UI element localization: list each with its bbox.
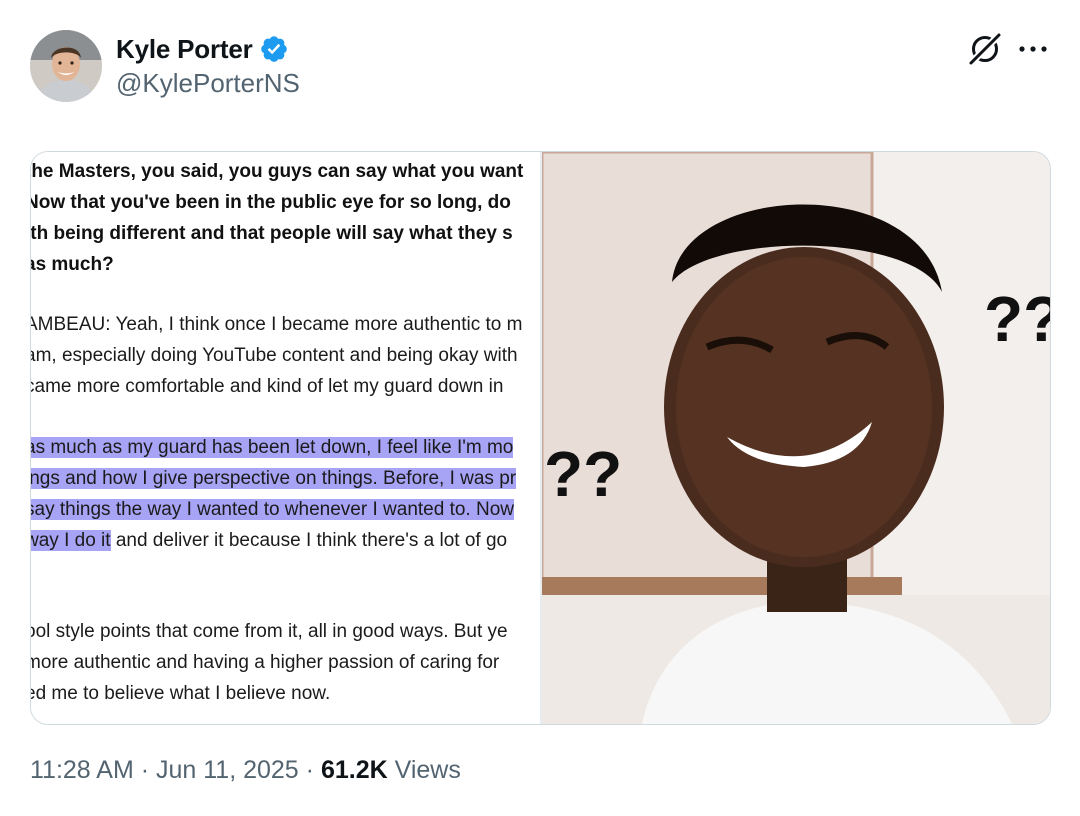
question-marks-right: ?? — [984, 283, 1050, 355]
doc-line: the Masters, you said, you guys can say … — [31, 161, 524, 182]
avatar[interactable] — [30, 30, 102, 102]
doc-line-highlighted: ings and how I give perspective on thing… — [31, 463, 517, 494]
highlighted-text: way I do it — [31, 530, 111, 551]
document-screenshot: the Masters, you said, you guys can say … — [31, 152, 541, 724]
plain-text: and deliver it because I think there's a… — [110, 530, 508, 551]
doc-line: more authentic and having a higher passi… — [31, 652, 500, 673]
doc-line: am, especially doing YouTube content and… — [31, 345, 518, 366]
doc-line: as much? — [31, 254, 114, 275]
question-marks-left: ?? — [544, 438, 623, 510]
more-options-icon[interactable] — [1018, 44, 1048, 54]
highlighted-text: say things the way I wanted to whenever … — [31, 499, 514, 520]
tweet-date[interactable]: Jun 11, 2025 — [156, 756, 299, 784]
tweet-time[interactable]: 11:28 AM — [30, 756, 134, 784]
meta-separator: · — [133, 756, 156, 784]
meme-image: ?? ?? — [542, 152, 1050, 724]
doc-line: ool style points that come from it, all … — [31, 621, 508, 642]
meta-separator: · — [298, 756, 321, 784]
tweet-metadata: 11:28 AM · Jun 11, 2025 · 61.2K Views — [30, 756, 461, 785]
doc-line: ed me to believe what I believe now. — [31, 683, 331, 704]
doc-line: AMBEAU: Yeah, I think once I became more… — [31, 314, 523, 335]
views-label: Views — [387, 756, 461, 784]
doc-line: came more comfortable and kind of let my… — [31, 376, 504, 397]
verified-badge-icon[interactable] — [259, 34, 289, 64]
author-name[interactable]: Kyle Porter — [116, 34, 253, 65]
highlighted-text: ings and how I give perspective on thing… — [31, 468, 517, 489]
author-handle[interactable]: @KylePorterNS — [116, 68, 300, 99]
highlighted-text: as much as my guard has been let down, I… — [31, 437, 514, 458]
doc-line: Now that you've been in the public eye f… — [31, 192, 511, 213]
media-attachment[interactable]: the Masters, you said, you guys can say … — [30, 151, 1051, 725]
tweet: Kyle Porter @KylePorterNS the Masters, y… — [0, 0, 1080, 816]
grok-icon[interactable] — [966, 30, 1004, 68]
doc-line-highlighted: say things the way I wanted to whenever … — [31, 494, 514, 525]
doc-line: way I do it and deliver it because I thi… — [31, 525, 507, 556]
doc-line-highlighted: as much as my guard has been let down, I… — [31, 432, 514, 463]
views-count: 61.2K — [320, 756, 388, 784]
author-name-row: Kyle Porter — [116, 31, 289, 67]
avatar-image — [30, 30, 102, 102]
doc-line: ith being different and that people will… — [31, 223, 513, 244]
